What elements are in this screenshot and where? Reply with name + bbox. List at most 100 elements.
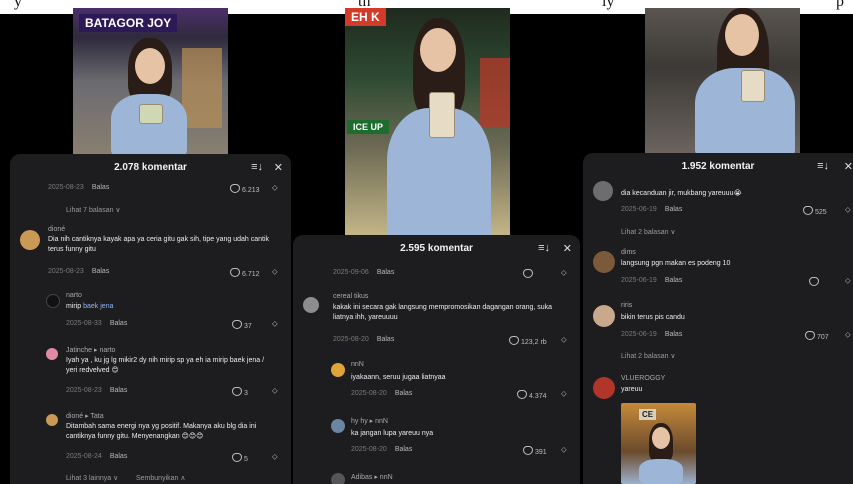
avatar[interactable] (303, 297, 319, 313)
dislike-icon[interactable]: ⬦ (561, 445, 567, 455)
heart-icon (230, 184, 240, 193)
like-button[interactable]: 5 (232, 453, 248, 463)
avatar[interactable] (331, 419, 345, 433)
avatar[interactable] (20, 230, 40, 250)
comment-username[interactable]: dioné ▸ Tata (66, 412, 104, 420)
like-button[interactable] (523, 269, 535, 279)
heart-icon (523, 269, 533, 278)
sort-icon[interactable]: ≡↓ (251, 161, 263, 173)
comment-image[interactable]: CE (621, 403, 696, 484)
panel-header: 2.595 komentar ≡↓ ✕ (293, 235, 580, 261)
reply-button[interactable]: Balas (110, 320, 128, 327)
heart-icon (509, 336, 519, 345)
like-button[interactable]: 6.213 (230, 184, 260, 194)
sort-icon[interactable]: ≡↓ (538, 242, 550, 254)
comment-username[interactable]: nnN (351, 361, 364, 368)
dislike-icon[interactable]: ⬦ (845, 205, 851, 215)
video-thumbnail-right[interactable] (645, 8, 800, 156)
comment-username[interactable]: dims (621, 249, 636, 256)
close-icon[interactable]: ✕ (563, 242, 572, 255)
reply-button[interactable]: Balas (110, 387, 128, 394)
comment-username[interactable]: Adibas ▸ nnN (351, 473, 393, 481)
like-button[interactable]: 525 (803, 206, 827, 216)
heart-icon (232, 320, 242, 329)
reply-button[interactable]: Balas (92, 184, 110, 191)
avatar[interactable] (331, 363, 345, 377)
like-button[interactable]: 37 (232, 320, 252, 330)
dislike-icon[interactable]: ⬦ (561, 268, 567, 278)
reply-button[interactable]: Balas (665, 277, 683, 284)
like-button[interactable]: 6.712 (230, 268, 260, 278)
close-icon[interactable]: ✕ (844, 160, 853, 173)
reply-button[interactable]: Balas (665, 331, 683, 338)
dislike-icon[interactable]: ⬦ (272, 452, 278, 462)
avatar[interactable] (593, 251, 615, 273)
avatar[interactable] (46, 294, 60, 308)
avatar[interactable] (46, 348, 58, 360)
dislike-icon[interactable]: ⬦ (272, 386, 278, 396)
hide-replies-button[interactable]: Sembunyikan ∧ (136, 474, 185, 482)
reply-button[interactable]: Balas (395, 390, 413, 397)
comment-text: iyakaann, seruu jugaa liatnyaa (351, 374, 446, 381)
video-thumbnail-middle[interactable]: EH K ICE UP (345, 8, 510, 240)
dislike-icon[interactable]: ⬦ (272, 183, 278, 193)
comment-meta: 2025-06-19 Balas (621, 277, 683, 284)
like-button[interactable] (809, 277, 821, 287)
caption-fragment: p (836, 0, 844, 10)
close-icon[interactable]: ✕ (274, 161, 283, 174)
heart-icon (517, 390, 527, 399)
reply-button[interactable]: Balas (92, 268, 110, 275)
avatar[interactable] (331, 473, 345, 484)
shop-sign-secondary: ICE UP (347, 120, 390, 134)
comment-meta: 2025-08-20 Balas (351, 390, 413, 397)
comments-panel-middle: 2.595 komentar ≡↓ ✕ 2025-09-06 Balas ⬦ ce… (293, 235, 580, 484)
like-button[interactable]: 391 (523, 446, 547, 456)
comment-count-title: 1.952 komentar (681, 160, 755, 172)
avatar[interactable] (593, 305, 615, 327)
comment-count-title: 2.595 komentar (400, 242, 473, 254)
reply-button[interactable]: Balas (377, 269, 395, 276)
dislike-icon[interactable]: ⬦ (845, 276, 851, 286)
comment-username[interactable]: VLUEROGGY (621, 375, 665, 382)
view-replies-button[interactable]: Lihat 2 balasan ∨ (621, 352, 676, 360)
comment-text: Dia nih cantiknya kayak apa ya ceria git… (48, 236, 270, 253)
mention-link[interactable]: baek jena (83, 303, 113, 310)
heart-icon (809, 277, 819, 286)
comment-meta: 2025-08-33 Balas (66, 320, 128, 327)
like-button[interactable]: 707 (805, 331, 829, 341)
comment-username[interactable]: Jatinche ▸ narto (66, 346, 115, 354)
comment-text: bikin terus pis candu (621, 314, 685, 321)
video-thumbnail-left[interactable]: BATAGOR JOY (73, 8, 228, 156)
dislike-icon[interactable]: ⬦ (561, 389, 567, 399)
comment-username[interactable]: riris (621, 302, 632, 309)
reply-button[interactable]: Balas (665, 206, 683, 213)
avatar[interactable] (593, 181, 613, 201)
reply-button[interactable]: Balas (395, 446, 413, 453)
comment-username[interactable]: narto (66, 292, 82, 299)
like-button[interactable]: 4.374 (517, 390, 547, 400)
comment-username[interactable]: cereal tikus (333, 293, 368, 300)
reply-button[interactable]: Balas (110, 453, 128, 460)
heart-icon (232, 453, 242, 462)
comment-meta: 2025-08-20 Balas (333, 336, 395, 343)
heart-icon (803, 206, 813, 215)
comment-username[interactable]: dioné (48, 226, 65, 233)
avatar[interactable] (46, 414, 58, 426)
dislike-icon[interactable]: ⬦ (272, 267, 278, 277)
avatar[interactable] (593, 377, 615, 399)
view-replies-button[interactable]: Lihat 7 balasan ∨ (66, 206, 121, 214)
sort-icon[interactable]: ≡↓ (817, 160, 829, 172)
heart-icon (805, 331, 815, 340)
view-more-button[interactable]: Lihat 3 lainnya ∨ (66, 474, 118, 482)
comment-text: Ditambah sama energi nya yg positif. Mak… (66, 423, 257, 440)
view-replies-button[interactable]: Lihat 2 balasan ∨ (621, 228, 676, 236)
like-button[interactable]: 3 (232, 387, 248, 397)
dislike-icon[interactable]: ⬦ (561, 335, 567, 345)
dislike-icon[interactable]: ⬦ (272, 319, 278, 329)
comment-username[interactable]: hy hy ▸ nnN (351, 417, 388, 425)
dislike-icon[interactable]: ⬦ (845, 330, 851, 340)
like-button[interactable]: 123,2 rb (509, 336, 547, 346)
reply-button[interactable]: Balas (377, 336, 395, 343)
heart-icon (523, 446, 533, 455)
comment-meta: 2025-08-24 Balas (66, 453, 128, 460)
